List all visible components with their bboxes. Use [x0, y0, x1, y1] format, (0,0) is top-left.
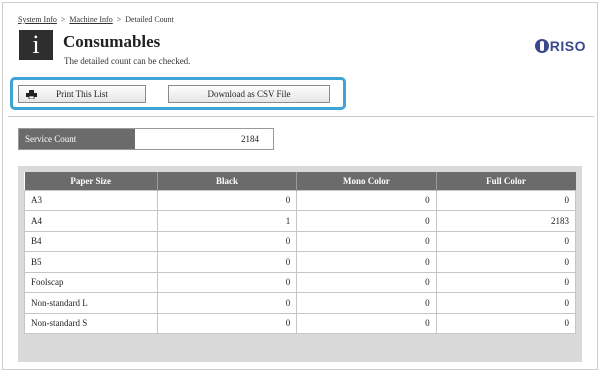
breadcrumb: System Info > Machine Info > Detailed Co…	[18, 15, 174, 24]
info-icon: i	[19, 30, 53, 60]
black-count-cell: 1	[156, 210, 298, 232]
table-row: A3 0 0 0	[24, 189, 577, 211]
paper-size-cell: A3	[24, 189, 158, 211]
service-count-field: Service Count 2184	[18, 128, 274, 150]
black-count-cell: 0	[156, 189, 298, 211]
print-list-button[interactable]: Print This List	[18, 85, 146, 103]
mono-color-count-cell: 0	[296, 189, 437, 211]
full-color-count-cell: 2183	[435, 210, 577, 232]
breadcrumb-separator: >	[116, 15, 122, 24]
full-color-count-cell: 0	[435, 230, 577, 252]
paper-size-cell: A4	[24, 210, 158, 232]
black-count-cell: 0	[156, 271, 298, 293]
table-row: A4 1 0 2183	[24, 210, 577, 232]
count-table: Paper Size Black Mono Color Full Color A…	[24, 172, 577, 334]
print-list-label: Print This List	[56, 89, 108, 99]
table-row: Foolscap 0 0 0	[24, 271, 577, 293]
mono-color-count-cell: 0	[296, 251, 437, 273]
table-row: Non-standard S 0 0 0	[24, 312, 577, 334]
paper-size-cell: B4	[24, 230, 158, 252]
black-count-cell: 0	[156, 230, 298, 252]
page-title: Consumables	[63, 32, 161, 51]
mono-color-count-cell: 0	[296, 210, 437, 232]
table-row: B5 0 0 0	[24, 251, 577, 273]
service-count-value: 2184	[135, 129, 273, 149]
paper-size-cell: Non-standard L	[24, 292, 158, 314]
count-table-container: Paper Size Black Mono Color Full Color A…	[18, 166, 582, 362]
full-color-count-cell: 0	[435, 271, 577, 293]
mono-color-count-cell: 0	[296, 312, 437, 334]
column-header-mono-color: Mono Color	[296, 172, 437, 190]
black-count-cell: 0	[156, 292, 298, 314]
full-color-count-cell: 0	[435, 292, 577, 314]
full-color-count-cell: 0	[435, 189, 577, 211]
column-header-paper-size: Paper Size	[24, 172, 158, 190]
paper-size-cell: B5	[24, 251, 158, 273]
table-row: Non-standard L 0 0 0	[24, 292, 577, 314]
download-csv-label: Download as CSV File	[207, 89, 291, 99]
service-count-label: Service Count	[19, 129, 135, 149]
breadcrumb-system-info[interactable]: System Info	[18, 15, 57, 24]
black-count-cell: 0	[156, 251, 298, 273]
riso-logo-text: RISO	[549, 38, 586, 54]
full-color-count-cell: 0	[435, 251, 577, 273]
black-count-cell: 0	[156, 312, 298, 334]
printer-icon	[26, 90, 37, 99]
breadcrumb-machine-info[interactable]: Machine Info	[69, 15, 112, 24]
breadcrumb-current: Detailed Count	[125, 15, 174, 24]
mono-color-count-cell: 0	[296, 230, 437, 252]
column-header-full-color: Full Color	[436, 172, 576, 190]
section-divider	[8, 116, 594, 117]
mono-color-count-cell: 0	[296, 292, 437, 314]
riso-logo-mark-icon	[534, 39, 549, 53]
download-csv-button[interactable]: Download as CSV File	[168, 85, 330, 103]
table-row: B4 0 0 0	[24, 230, 577, 252]
full-color-count-cell: 0	[435, 312, 577, 334]
mono-color-count-cell: 0	[296, 271, 437, 293]
page-subtitle: The detailed count can be checked.	[64, 56, 191, 66]
breadcrumb-separator: >	[60, 15, 66, 24]
paper-size-cell: Foolscap	[24, 271, 158, 293]
table-header-row: Paper Size Black Mono Color Full Color	[24, 172, 576, 190]
column-header-black: Black	[157, 172, 298, 190]
riso-logo: RISO	[534, 38, 586, 54]
paper-size-cell: Non-standard S	[24, 312, 158, 334]
